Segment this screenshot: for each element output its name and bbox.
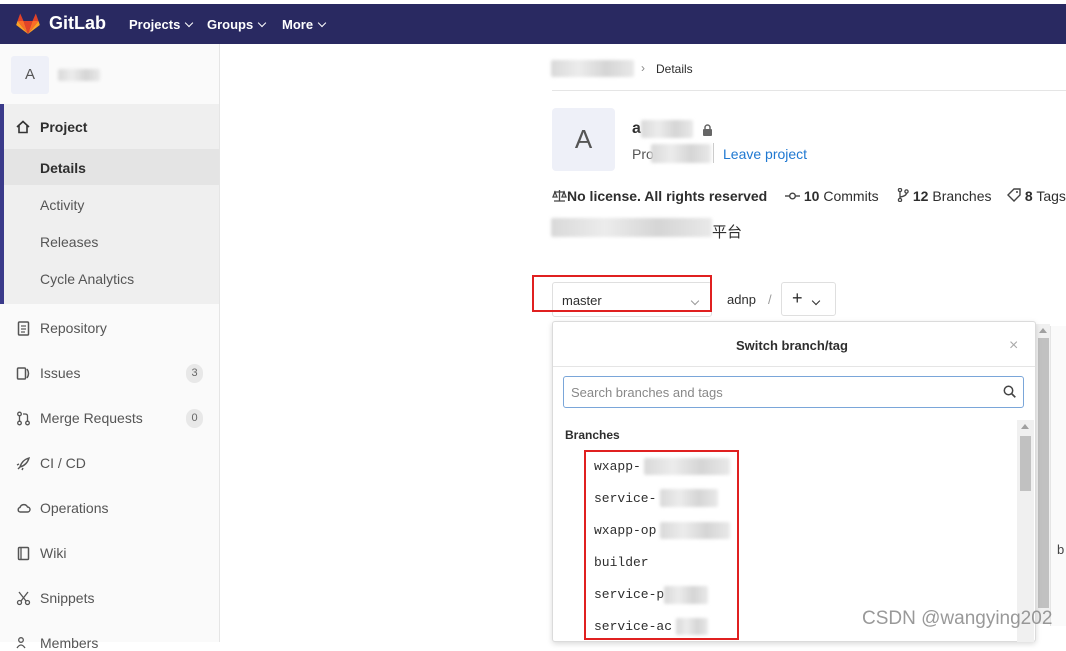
sidebar-item-ci-cd[interactable]: CI / CD [40,455,86,471]
sidebar-item-wiki[interactable]: Wiki [40,545,66,561]
scissors-icon [16,591,31,606]
dropdown-divider [553,366,1035,367]
sidebar-item-repository[interactable]: Repository [40,320,107,336]
chevron-down-icon [811,294,821,310]
project-name: a [632,120,641,137]
dropdown-scrollbar-thumb[interactable] [1020,436,1031,491]
issues-icon [16,367,30,380]
project-avatar[interactable]: A [11,56,49,94]
sidebar-item-merge-requests[interactable]: Merge Requests [40,410,143,426]
lock-icon [703,124,712,136]
branches-stat[interactable]: 12 Branches [897,187,992,204]
commits-stat[interactable]: 10 Commits [785,188,879,204]
page-scrollbar-thumb[interactable] [1038,338,1049,608]
scroll-up-icon[interactable] [1021,424,1029,429]
sidebar-item-cycle-analytics[interactable]: Cycle Analytics [40,271,134,287]
add-file-button[interactable] [781,282,836,316]
merge-requests-count-badge: 0 [186,409,203,428]
scale-icon [552,190,567,202]
branch-search-field[interactable] [563,376,1024,408]
merge-icon [17,411,30,426]
close-icon[interactable]: × [1009,337,1018,355]
blurred-description [551,218,712,237]
sidebar-item-releases[interactable]: Releases [40,234,98,250]
sidebar-item-operations[interactable]: Operations [40,500,108,516]
blurred-project-title [641,120,693,138]
divider [552,90,1066,91]
users-icon [16,637,26,649]
tags-stat[interactable]: 8 Tags [1007,188,1066,204]
sidebar-item-members[interactable]: Members [40,635,98,651]
chevron-down-icon [317,18,327,28]
leave-project-link[interactable]: Leave project [723,146,807,162]
path-separator: / [768,292,772,307]
top-navbar: GitLab Projects Groups More [0,4,1066,44]
file-icon [17,321,30,336]
dropdown-title: Switch branch/tag [736,338,848,353]
branch-search-input[interactable] [564,377,984,407]
gitlab-logo-icon[interactable] [16,13,40,35]
branch-icon [897,187,909,203]
blurred-project-name [58,69,100,81]
tag-icon [1007,188,1021,202]
file-list-edge [1050,326,1066,626]
commit-icon [785,192,800,200]
sidebar-item-activity[interactable]: Activity [40,197,84,213]
sidebar-project-title[interactable]: Project [40,119,87,135]
license-stat[interactable]: No license. All rights reserved [552,188,767,204]
plus-icon: + [792,288,803,308]
blurred-project-id [651,144,711,163]
breadcrumb-separator: › [641,61,645,75]
repo-path[interactable]: adnp [727,292,756,307]
cloud-icon [17,503,31,513]
active-indicator [0,104,4,304]
sidebar-item-details[interactable]: Details [40,160,86,176]
sidebar: A Project Details Activity Releases Cycl… [0,44,220,651]
chevron-down-icon [257,18,267,28]
highlight-box [584,450,739,640]
nav-groups[interactable]: Groups [207,17,267,32]
breadcrumb-current[interactable]: Details [656,62,693,76]
book-icon [17,546,30,561]
project-description: 平台 [712,224,743,241]
separator [713,143,714,163]
rocket-icon [16,456,31,471]
blurred-breadcrumb [551,60,634,77]
nav-projects[interactable]: Projects [129,17,194,32]
highlight-box [532,275,712,312]
watermark: CSDN @wangying202 [862,608,1053,629]
details-highlight [4,149,219,185]
project-avatar-large[interactable]: A [552,108,615,171]
home-icon [16,120,30,134]
scroll-up-icon[interactable] [1039,328,1047,333]
issues-count-badge: 3 [186,364,203,383]
branches-section-header: Branches [565,428,620,442]
nav-more[interactable]: More [282,17,327,32]
brand-name[interactable]: GitLab [49,13,106,34]
sidebar-item-snippets[interactable]: Snippets [40,590,94,606]
chevron-down-icon [185,18,194,28]
sidebar-item-issues[interactable]: Issues [40,365,80,381]
search-icon[interactable] [1003,385,1016,398]
file-list-edge-text: b [1057,542,1065,557]
